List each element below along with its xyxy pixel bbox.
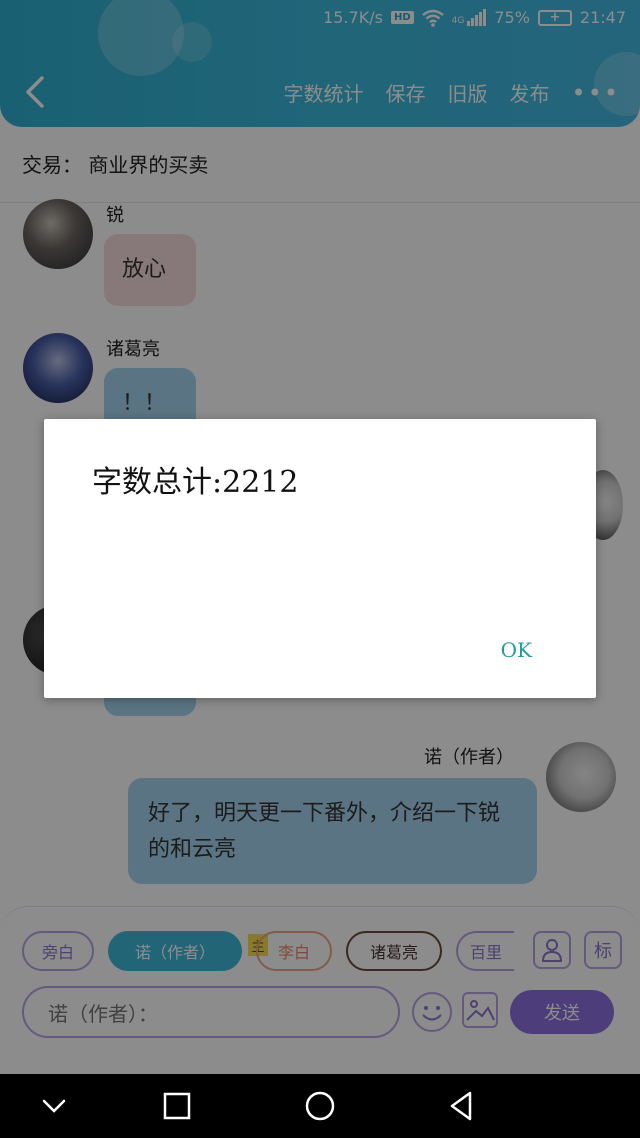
ok-button[interactable]: OK [501,638,532,662]
home-icon[interactable] [304,1090,336,1122]
word-count-dialog: 字数总计:2212 OK [44,419,596,698]
chevron-down-icon[interactable] [38,1090,70,1122]
recents-icon[interactable] [161,1090,193,1122]
dialog-message: 字数总计:2212 [92,465,299,500]
system-nav-bar [0,1074,640,1138]
back-nav-icon[interactable] [446,1090,478,1122]
